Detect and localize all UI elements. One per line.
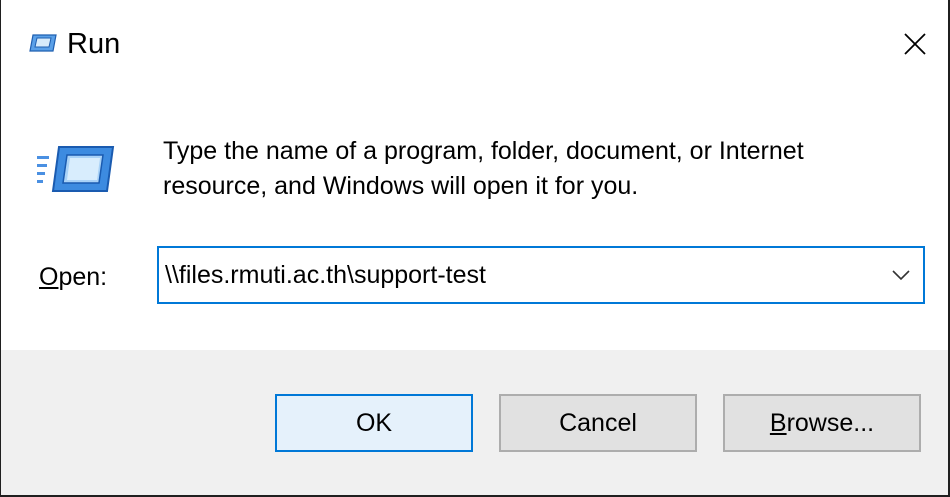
browse-button-label: rowse... xyxy=(786,408,875,437)
dialog-description: Type the name of a program, folder, docu… xyxy=(163,134,923,204)
description-line-2: resource, and Windows will open it for y… xyxy=(163,172,639,200)
title-bar[interactable]: Run xyxy=(1,0,948,88)
window-title: Run xyxy=(67,28,121,60)
open-label-text: pen: xyxy=(58,263,108,291)
open-combobox[interactable] xyxy=(157,246,925,304)
ok-button-label: OK xyxy=(355,408,393,437)
cancel-button[interactable]: Cancel xyxy=(499,394,697,452)
run-dialog: Run Type the name of a program, folder, … xyxy=(0,0,950,497)
run-icon xyxy=(29,34,57,52)
open-label: Open: xyxy=(39,260,107,294)
open-input[interactable] xyxy=(165,248,865,302)
close-icon xyxy=(904,33,926,55)
chevron-down-icon[interactable] xyxy=(889,264,913,286)
cancel-button-label: Cancel xyxy=(559,408,637,437)
open-label-mnemonic: O xyxy=(39,263,59,291)
browse-button[interactable]: Browse... xyxy=(723,394,921,452)
ok-button[interactable]: OK xyxy=(275,394,473,452)
close-button[interactable] xyxy=(888,16,942,72)
browse-mnemonic: B xyxy=(769,408,787,437)
run-program-icon xyxy=(37,146,115,192)
button-bar: OK Cancel Browse... xyxy=(1,350,948,495)
description-line-1: Type the name of a program, folder, docu… xyxy=(163,137,804,165)
dialog-body: Type the name of a program, folder, docu… xyxy=(1,88,948,350)
